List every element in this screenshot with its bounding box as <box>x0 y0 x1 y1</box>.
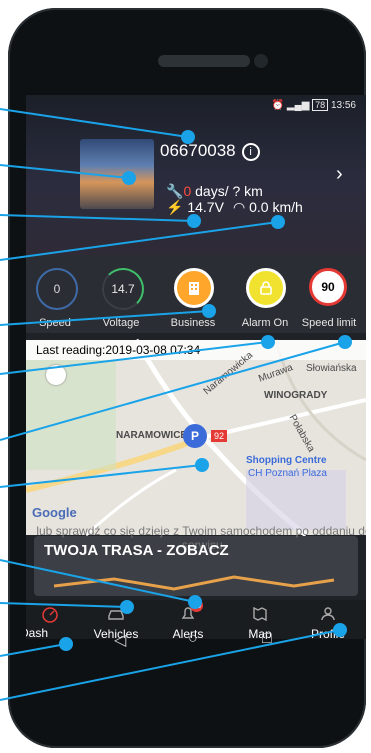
alerts-badge: 20 <box>190 599 203 612</box>
parking-marker-icon[interactable]: P <box>183 424 207 448</box>
compass-icon[interactable] <box>46 365 66 385</box>
map-label-naramowice: NARAMOWICE <box>116 430 188 441</box>
map-icon <box>253 606 267 622</box>
voltage-label: Voltage <box>102 317 140 329</box>
vehicle-header: ⏰ ▂▄▆ 78 13:56 06670038 i 🔧0 days/ ? km ⚡… <box>26 95 366 255</box>
recents-icon[interactable]: □ <box>262 630 272 648</box>
app-screen: ⏰ ▂▄▆ 78 13:56 06670038 i 🔧0 days/ ? km ⚡… <box>26 95 366 639</box>
road-badge: 92 <box>211 430 228 442</box>
promo-title: TWOJA TRASA - ZOBACZ <box>44 542 229 559</box>
map-label-shopping: Shopping Centre <box>246 455 327 466</box>
nav-dashboard[interactable]: Dash board <box>26 605 80 639</box>
vehicle-thumbnail[interactable] <box>80 139 154 209</box>
status-bar: ⏰ ▂▄▆ 78 13:56 <box>271 99 356 111</box>
speaker-grille <box>158 55 250 67</box>
lock-icon[interactable] <box>246 268 286 308</box>
speed-limit-label: Speed limit <box>301 317 357 329</box>
back-icon[interactable]: ◁ <box>114 630 126 650</box>
days-km: 🔧0 days/ ? km <box>166 183 263 199</box>
speed-label: Speed <box>39 317 71 329</box>
dashboard-gauge-icon <box>42 607 58 623</box>
nav-map[interactable]: Map <box>230 605 290 639</box>
voltage-readout: ⚡ 14.7V <box>166 199 224 215</box>
home-icon[interactable]: ○ <box>188 630 198 648</box>
vehicle-id: 06670038 i <box>160 141 260 161</box>
chevron-right-icon[interactable]: › <box>336 163 343 186</box>
last-reading: Last reading:2019-03-08 07:34 <box>26 340 366 360</box>
user-icon <box>321 607 335 621</box>
route-promo-banner[interactable]: lub sprawdź co się dzieje z Twoim samoch… <box>34 524 366 596</box>
nav-dashboard-label: Dash board <box>26 626 49 640</box>
bolt-icon: ⚡ <box>166 199 184 215</box>
battery-icon: 78 <box>312 99 329 111</box>
speed-readout: ◠ 0.0 km/h <box>233 199 303 215</box>
car-icon <box>108 610 124 620</box>
speed-limit-sign[interactable]: 90 <box>309 268 347 306</box>
gauges-panel: 0 Speed 14.7 Voltage Business Alarm On 9… <box>26 255 366 333</box>
business-label: Business <box>170 317 216 329</box>
map-label-plaza: CH Poznań Plaza <box>248 468 327 479</box>
front-camera <box>254 54 268 68</box>
voltage-gauge[interactable]: 14.7 <box>102 268 144 310</box>
speedometer-icon: ◠ <box>233 199 246 215</box>
business-building-icon[interactable] <box>174 268 214 308</box>
map-label-winogrady: WINOGRADY <box>264 390 328 401</box>
nav-profile[interactable]: Profile <box>298 605 358 639</box>
info-icon[interactable]: i <box>241 143 260 161</box>
alarm-label: Alarm On <box>241 317 289 329</box>
alarm-clock-icon: ⏰ <box>271 100 285 111</box>
wrench-icon: 🔧 <box>166 183 184 199</box>
signal-icon: ▂▄▆ <box>286 100 310 111</box>
nav-profile-label: Profile <box>310 627 345 639</box>
map-label-slowianska: Słowiańska <box>306 363 357 374</box>
speed-gauge[interactable]: 0 <box>36 268 78 310</box>
time: 13:56 <box>330 100 356 111</box>
google-logo: Google <box>32 505 77 520</box>
map-view[interactable]: Last reading:2019-03-08 07:34 NARAMOWICE… <box>26 338 366 537</box>
